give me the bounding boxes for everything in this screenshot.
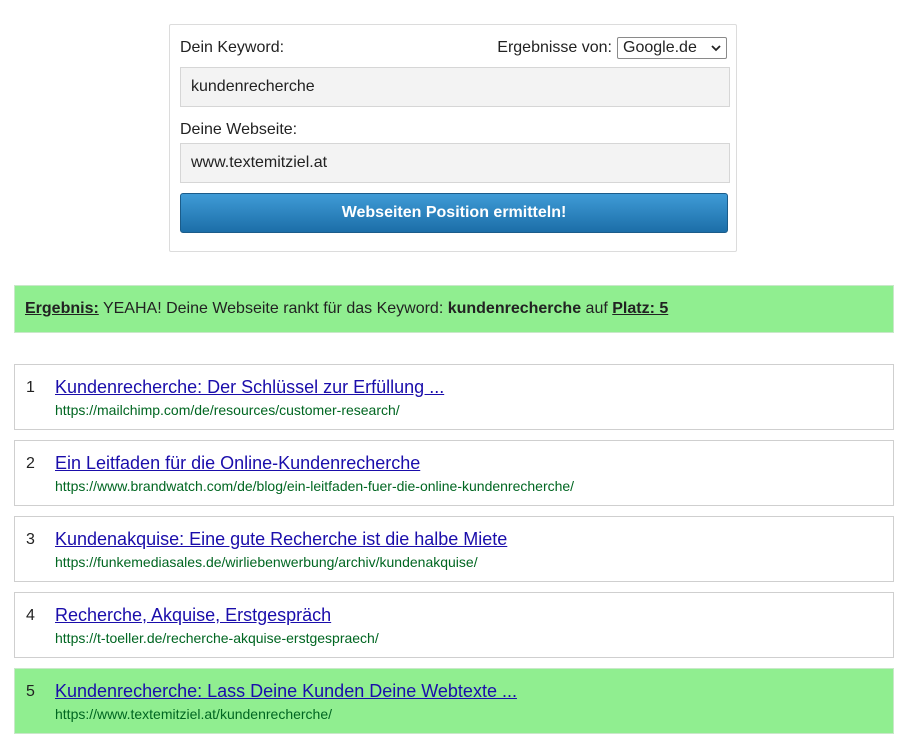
engine-picker: Ergebnisse von: Google.de	[497, 37, 727, 59]
result-mid: auf	[581, 300, 613, 317]
result-keyword: kundenrecherche	[447, 300, 582, 317]
website-label: Deine Webseite:	[180, 121, 298, 138]
result-title-link[interactable]: Recherche, Akquise, Erstgespräch	[55, 605, 331, 626]
result-place: Platz: 5	[612, 300, 669, 317]
result-title-link[interactable]: Ein Leitfaden für die Online-Kundenreche…	[55, 453, 420, 474]
result-rank: 2	[26, 455, 35, 472]
result-url: https://mailchimp.com/de/resources/custo…	[55, 402, 400, 418]
result-title-link[interactable]: Kundenrecherche: Der Schlüssel zur Erfül…	[55, 377, 444, 398]
result-item: 3 Kundenakquise: Eine gute Recherche ist…	[14, 516, 894, 582]
website-input[interactable]: www.textemitziel.at	[180, 143, 730, 183]
submit-button[interactable]: Webseiten Position ermitteln!	[180, 193, 728, 233]
engine-label: Ergebnisse von:	[497, 39, 612, 56]
result-rank: 3	[26, 531, 35, 548]
result-item: 1 Kundenrecherche: Der Schlüssel zur Erf…	[14, 364, 894, 430]
result-item-highlighted: 5 Kundenrecherche: Lass Deine Kunden Dei…	[14, 668, 894, 734]
result-banner: Ergebnis: YEAHA! Deine Webseite rankt fü…	[14, 285, 894, 333]
result-url: https://funkemediasales.de/wirliebenwerb…	[55, 554, 478, 570]
result-url: https://t-toeller.de/recherche-akquise-e…	[55, 630, 379, 646]
result-title-link[interactable]: Kundenrecherche: Lass Deine Kunden Deine…	[55, 681, 517, 702]
search-form: Dein Keyword: Ergebnisse von: Google.de …	[169, 24, 737, 252]
result-item: 2 Ein Leitfaden für die Online-Kundenrec…	[14, 440, 894, 506]
result-url: https://www.brandwatch.com/de/blog/ein-l…	[55, 478, 575, 494]
chevron-down-icon	[711, 45, 721, 52]
engine-select-value: Google.de	[623, 39, 697, 56]
result-title-link[interactable]: Kundenakquise: Eine gute Recherche ist d…	[55, 529, 507, 550]
result-prefix: Ergebnis:	[25, 300, 99, 317]
keyword-label: Dein Keyword:	[180, 39, 285, 56]
keyword-input[interactable]: kundenrecherche	[180, 67, 730, 107]
result-url: https://www.textemitziel.at/kundenrecher…	[55, 706, 333, 722]
result-rank: 5	[26, 683, 35, 700]
result-item: 4 Recherche, Akquise, Erstgespräch https…	[14, 592, 894, 658]
engine-select[interactable]: Google.de	[617, 37, 727, 59]
result-rank: 1	[26, 379, 35, 396]
result-text: YEAHA! Deine Webseite rankt für das Keyw…	[98, 300, 448, 317]
result-rank: 4	[26, 607, 35, 624]
